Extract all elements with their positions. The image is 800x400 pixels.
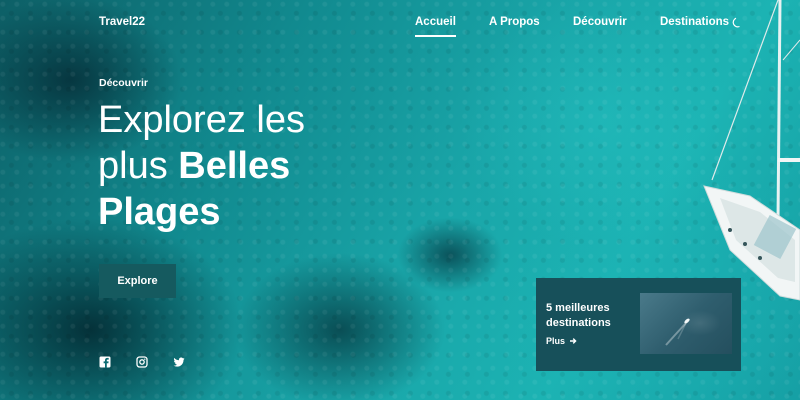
moon-icon[interactable] [731,17,743,29]
arrow-right-icon [570,338,577,344]
twitter-icon[interactable] [173,356,185,368]
nav-item-a-propos[interactable]: A Propos [489,16,540,28]
headline-strong-2: Plages [98,191,221,233]
sailboat-image [703,0,800,301]
destinations-card[interactable]: 5 meilleures destinations Plus [536,278,741,371]
explore-button[interactable]: Explore [99,264,176,298]
nav-item-destinations[interactable]: Destinations [660,16,729,28]
hero-section: Travel22 Accueil A Propos Découvrir Dest… [0,0,800,400]
card-thumbnail-image [640,293,732,354]
boat-wake-graphic [665,318,690,346]
headline-line-1: Explorez les [98,99,305,141]
instagram-icon[interactable] [136,356,148,368]
nav-item-decouvrir[interactable]: Découvrir [573,16,627,28]
top-navigation: Travel22 Accueil A Propos Découvrir Dest… [0,0,800,46]
hero-kicker: Découvrir [99,77,149,89]
facebook-icon[interactable] [99,356,111,368]
card-more-link[interactable]: Plus [546,336,577,346]
headline-plain: plus [98,145,179,187]
card-link-label: Plus [546,336,566,346]
brand-logo[interactable]: Travel22 [99,16,145,28]
headline-strong-1: Belles [178,145,291,187]
nav-item-accueil[interactable]: Accueil [415,16,456,37]
hero-headline: Explorez les plus Belles Plages [98,97,398,235]
card-title: 5 meilleures destinations [546,302,611,329]
